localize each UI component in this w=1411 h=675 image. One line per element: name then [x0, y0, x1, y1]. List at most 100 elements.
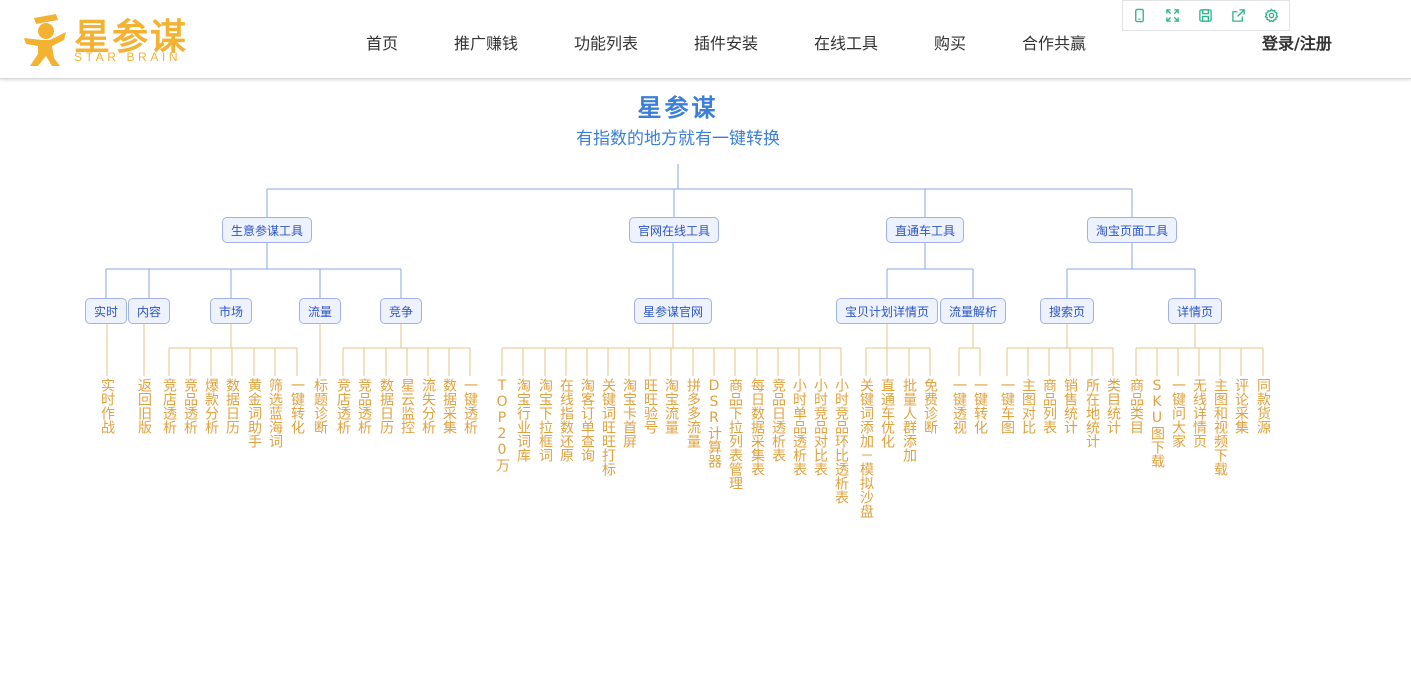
feature-leaf[interactable]: DSR计算器	[705, 378, 723, 468]
feature-leaf[interactable]: 实时作战	[98, 378, 116, 434]
feature-leaf[interactable]: TOP20万	[493, 378, 511, 472]
feature-leaf-label: 一键转化	[972, 378, 988, 434]
branch-node[interactable]: 官网在线工具	[628, 217, 720, 243]
feature-leaf-label: TOP20万	[494, 378, 510, 472]
category-node[interactable]: 宝贝计划详情页	[835, 298, 939, 324]
feature-leaf-label: DSR计算器	[706, 378, 722, 468]
feature-leaf[interactable]: 所在地统计	[1083, 378, 1101, 448]
feature-leaf-label: 小时单品透析表	[791, 378, 807, 476]
feature-leaf[interactable]: 主图对比	[1019, 378, 1037, 434]
feature-leaf[interactable]: 一键转化	[288, 378, 306, 434]
feature-leaf[interactable]: 商品列表	[1040, 378, 1058, 434]
feature-leaf-label: 关键词旺旺打标	[600, 378, 616, 476]
feature-leaf[interactable]: 免费诊断	[921, 378, 939, 434]
branch-node[interactable]: 生意参谋工具	[221, 217, 313, 243]
feature-leaf[interactable]: 小时竞品对比表	[811, 378, 829, 476]
branch-node[interactable]: 淘宝页面工具	[1086, 217, 1178, 243]
category-node[interactable]: 流量	[298, 298, 342, 324]
feature-leaf[interactable]: 淘宝行业词库	[514, 378, 532, 462]
feature-leaf[interactable]: 一键问大家	[1169, 378, 1187, 448]
feature-leaf[interactable]: 标题诊断	[311, 378, 329, 434]
feature-leaf-label: 商品类目	[1128, 378, 1144, 434]
feature-leaf-label: 标题诊断	[312, 378, 328, 434]
feature-leaf[interactable]: 旺旺验号	[641, 378, 659, 434]
feature-leaf-label: 拼多多流量	[685, 378, 701, 448]
feature-leaf-label: 爆款分析	[203, 378, 219, 434]
feature-leaf-label: 所在地统计	[1084, 378, 1100, 448]
feature-leaf[interactable]: 一键透析	[461, 378, 479, 434]
feature-leaf-label: 小时竞品对比表	[812, 378, 828, 476]
category-node[interactable]: 搜索页	[1039, 298, 1095, 324]
category-node[interactable]: 市场	[209, 298, 253, 324]
feature-leaf-label: 竞店透析	[161, 378, 177, 434]
feature-leaf[interactable]: 竞品日透析表	[769, 378, 787, 462]
feature-leaf[interactable]: 批量人群添加	[900, 378, 918, 462]
category-node[interactable]: 流量解析	[939, 298, 1007, 324]
feature-leaf[interactable]: 拼多多流量	[684, 378, 702, 448]
feature-leaf-label: 免费诊断	[922, 378, 938, 434]
feature-leaf[interactable]: 竞品透析	[181, 378, 199, 434]
feature-leaf[interactable]: 爆款分析	[202, 378, 220, 434]
feature-leaf-label: 小时竞品环比透析表	[833, 378, 849, 504]
feature-leaf-label: 一键转化	[289, 378, 305, 434]
feature-leaf[interactable]: 一键转化	[971, 378, 989, 434]
mindmap-connectors	[105, 164, 1264, 376]
category-node[interactable]: 星参谋官网	[633, 298, 713, 324]
feature-leaf-label: 淘宝卡首屏	[621, 378, 637, 448]
feature-leaf-label: 批量人群添加	[901, 378, 917, 462]
feature-leaf[interactable]: 小时单品透析表	[790, 378, 808, 476]
feature-leaf-label: 一键透析	[462, 378, 478, 434]
feature-leaf[interactable]: 黄金词助手	[245, 378, 263, 448]
feature-leaf[interactable]: 淘宝卡首屏	[620, 378, 638, 448]
feature-leaf-label: 数据日历	[224, 378, 240, 434]
feature-leaf[interactable]: 小时竞品环比透析表	[832, 378, 850, 504]
feature-leaf-label: 一键透视	[951, 378, 967, 434]
feature-leaf[interactable]: 商品类目	[1127, 378, 1145, 434]
feature-leaf[interactable]: 竞店透析	[334, 378, 352, 434]
feature-leaf[interactable]: 直通车优化	[878, 378, 896, 448]
feature-leaf[interactable]: 类目统计	[1104, 378, 1122, 434]
feature-leaf[interactable]: 关键词旺旺打标	[599, 378, 617, 476]
feature-leaf-label: 竞品透析	[356, 378, 372, 434]
category-node[interactable]: 竞争	[379, 298, 423, 324]
feature-leaf[interactable]: 一键车图	[998, 378, 1016, 434]
feature-leaf[interactable]: 商品下拉列表管理	[726, 378, 744, 490]
feature-leaf-label: 实时作战	[99, 378, 115, 434]
feature-leaf[interactable]: 淘宝下拉框词	[536, 378, 554, 462]
feature-leaf-label: 一键车图	[999, 378, 1015, 434]
feature-leaf-label: 一键问大家	[1170, 378, 1186, 448]
feature-leaf[interactable]: SKU图下载	[1148, 378, 1166, 468]
feature-leaf[interactable]: 每日数据采集表	[748, 378, 766, 476]
feature-leaf[interactable]: 数据采集	[440, 378, 458, 434]
feature-leaf-label: 主图和视频下载	[1212, 378, 1228, 476]
feature-leaf[interactable]: 评论采集	[1232, 378, 1250, 434]
feature-leaf[interactable]: 筛选蓝海词	[266, 378, 284, 448]
feature-leaf[interactable]: 竞品透析	[355, 378, 373, 434]
feature-leaf-label: 销售统计	[1062, 378, 1078, 434]
feature-leaf[interactable]: 数据日历	[377, 378, 395, 434]
category-node[interactable]: 内容	[127, 298, 171, 324]
feature-leaf-label: 淘宝行业词库	[515, 378, 531, 462]
branch-node[interactable]: 直通车工具	[885, 217, 965, 243]
feature-leaf[interactable]: 返回旧版	[135, 378, 153, 434]
feature-leaf-label: 星云监控	[399, 378, 415, 434]
feature-leaf[interactable]: 在线指数还原	[557, 378, 575, 462]
feature-leaf-label: 商品列表	[1041, 378, 1057, 434]
feature-leaf-label: 竞店透析	[335, 378, 351, 434]
feature-leaf[interactable]: 淘宝流量	[662, 378, 680, 434]
feature-leaf[interactable]: 关键词添加－模拟沙盘	[857, 378, 875, 518]
feature-leaf[interactable]: 一键透视	[950, 378, 968, 434]
feature-leaf[interactable]: 星云监控	[398, 378, 416, 434]
feature-leaf[interactable]: 同款货源	[1254, 378, 1272, 434]
feature-leaf[interactable]: 竞店透析	[160, 378, 178, 434]
feature-leaf-label: 类目统计	[1105, 378, 1121, 434]
feature-leaf[interactable]: 数据日历	[223, 378, 241, 434]
feature-leaf[interactable]: 流失分析	[419, 378, 437, 434]
feature-leaf[interactable]: 销售统计	[1061, 378, 1079, 434]
feature-leaf[interactable]: 淘客订单查询	[578, 378, 596, 462]
feature-leaf-label: 黄金词助手	[246, 378, 262, 448]
category-node[interactable]: 详情页	[1167, 298, 1223, 324]
feature-leaf[interactable]: 无线详情页	[1190, 378, 1208, 448]
feature-leaf[interactable]: 主图和视频下载	[1211, 378, 1229, 476]
category-node[interactable]: 实时	[84, 298, 128, 324]
